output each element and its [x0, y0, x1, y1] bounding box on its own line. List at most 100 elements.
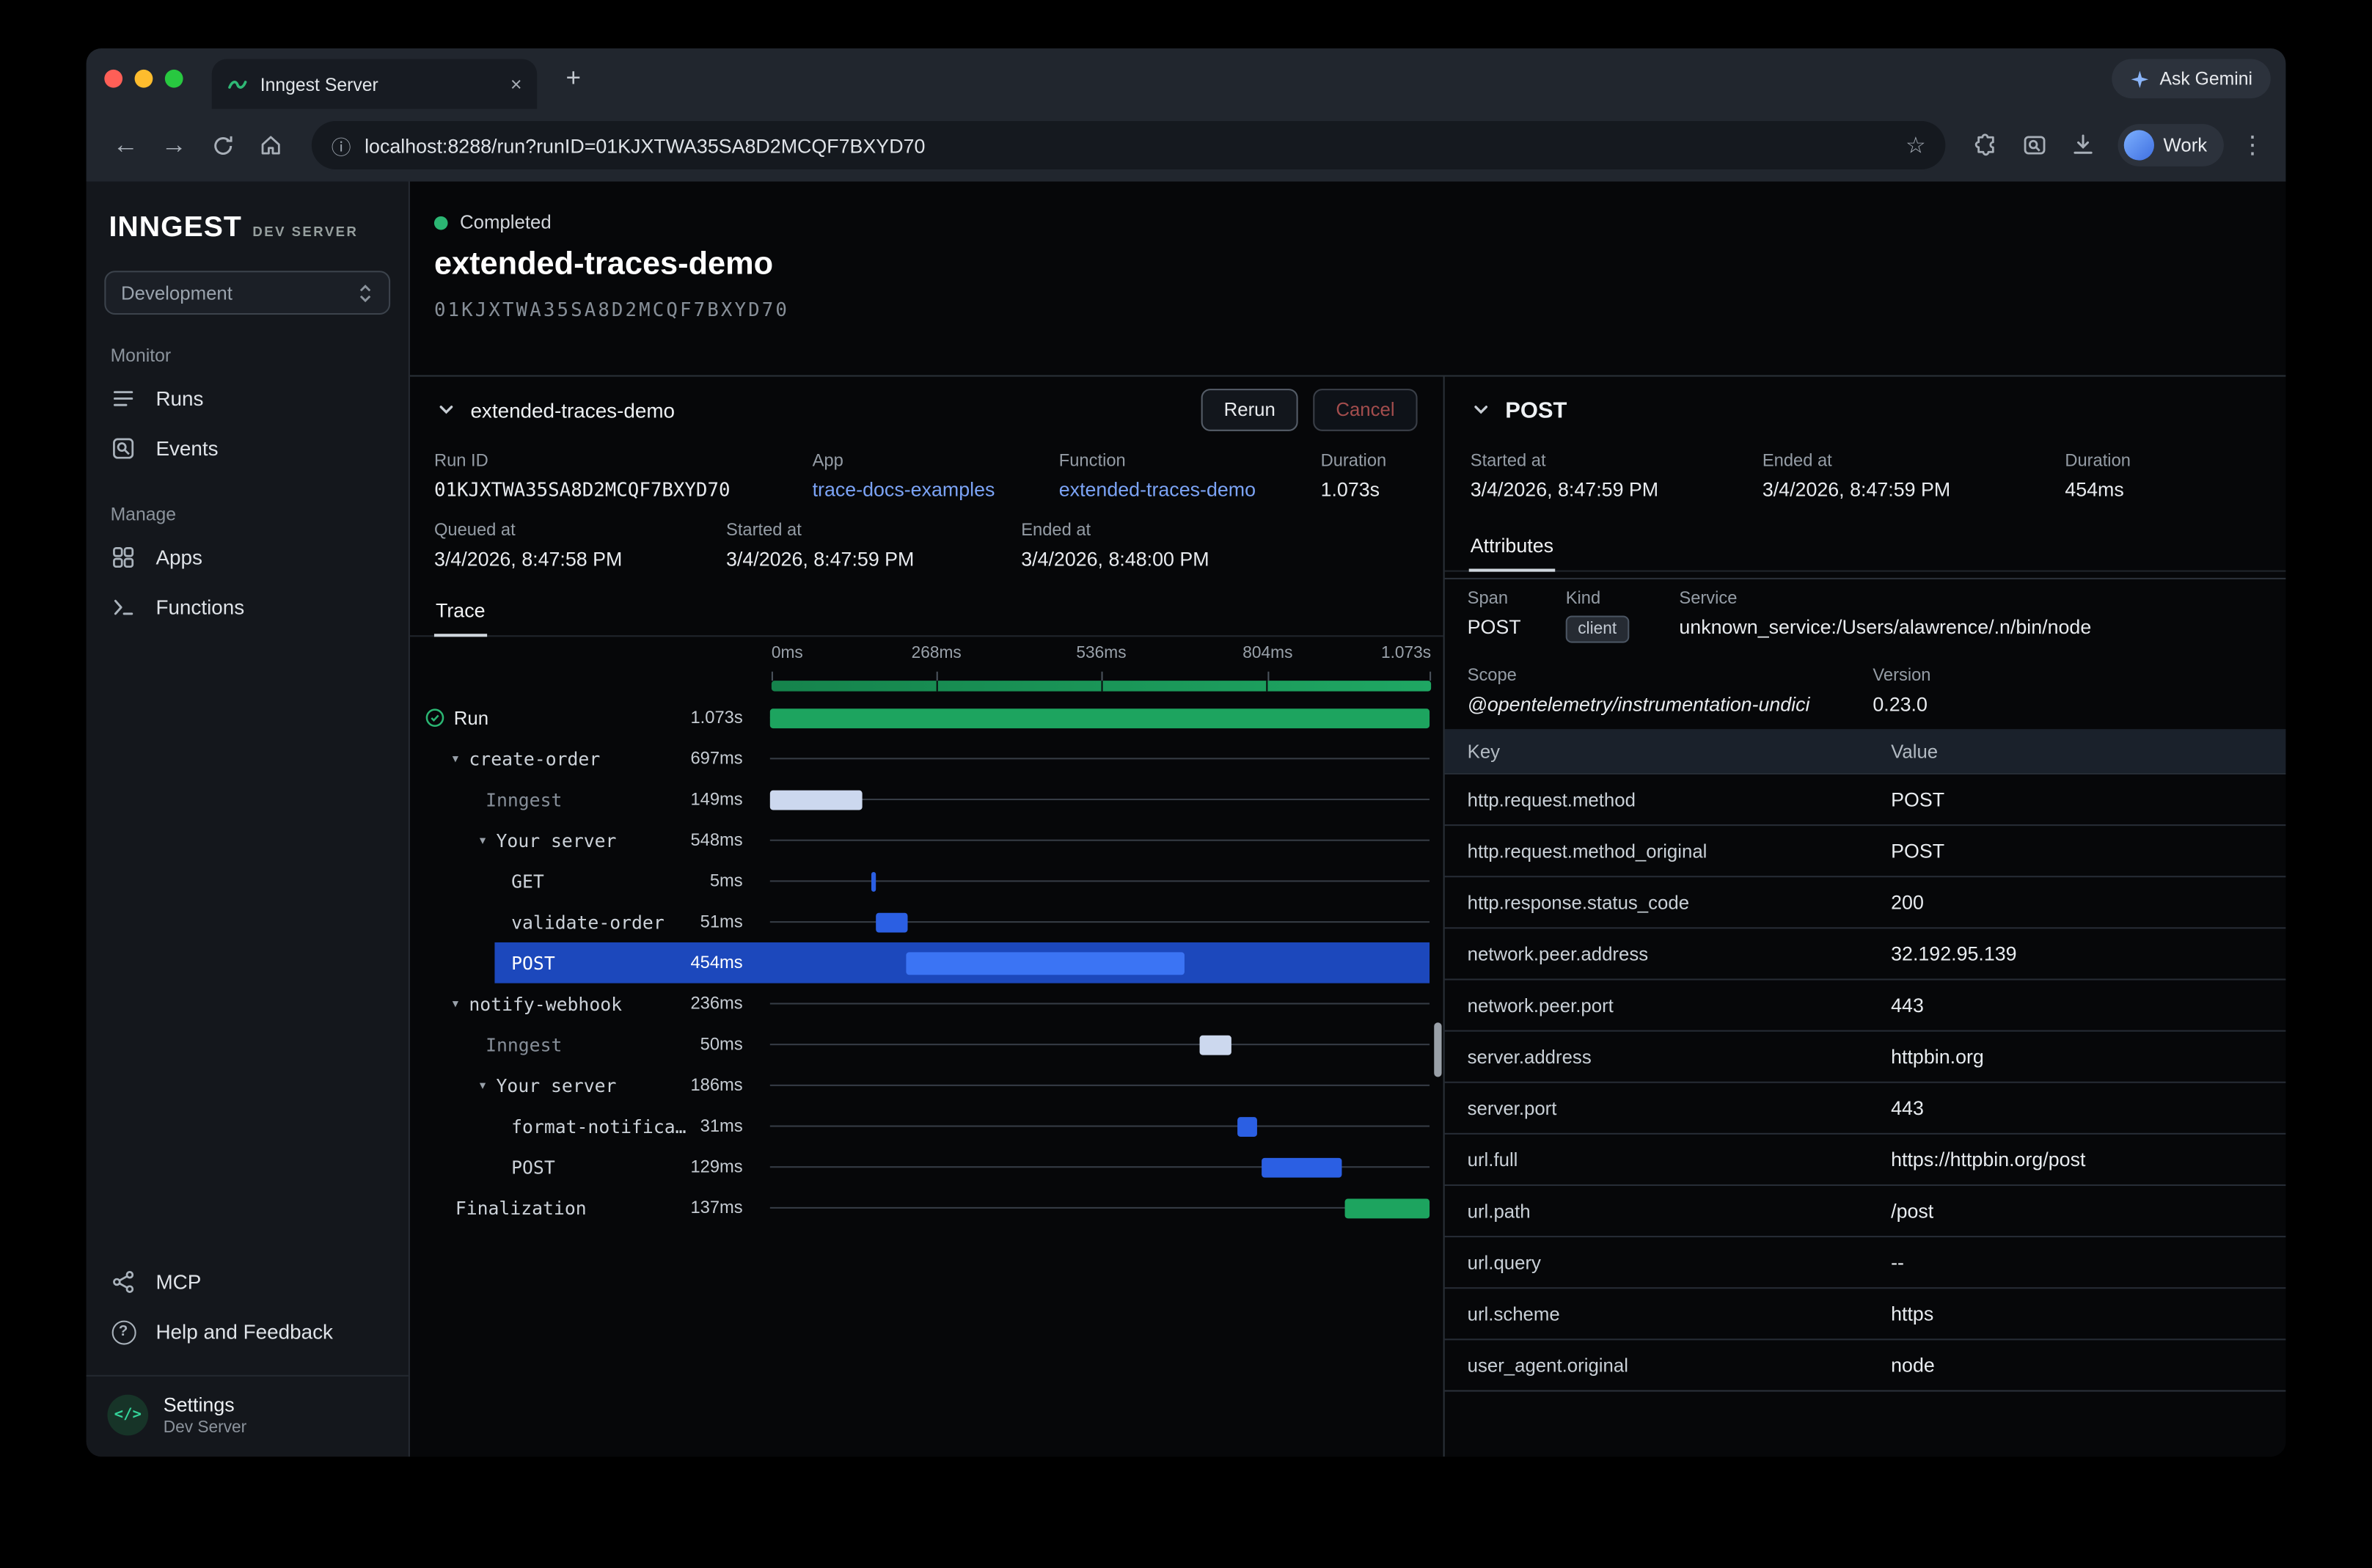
forward-button[interactable]: → — [154, 125, 194, 165]
inngest-favicon — [227, 73, 248, 95]
queued-at-value: 3/4/2026, 8:47:58 PM — [434, 548, 726, 571]
span-bar[interactable] — [1200, 1035, 1231, 1055]
environment-value: Development — [121, 282, 233, 304]
sidebar-item-apps[interactable]: Apps — [104, 532, 390, 582]
attr-key: server.address — [1445, 1046, 1891, 1067]
attr-key: network.peer.address — [1445, 943, 1891, 964]
attr-value: /post — [1891, 1200, 1933, 1223]
trace-row-your-server[interactable]: ▾ Your server 548ms — [410, 820, 1443, 861]
collapse-chevron-icon[interactable] — [437, 401, 455, 420]
settings-block[interactable]: </> Settings Dev Server — [87, 1375, 409, 1457]
ask-gemini-button[interactable]: Ask Gemini — [2112, 59, 2271, 98]
rerun-button[interactable]: Rerun — [1201, 389, 1298, 431]
profile-label: Work — [2164, 135, 2208, 156]
trace-row-your-server[interactable]: ▾ Your server 186ms — [410, 1065, 1443, 1106]
sidebar-item-functions[interactable]: Functions — [104, 582, 390, 632]
span-bar[interactable] — [770, 790, 862, 810]
browser-menu-button[interactable]: ⋮ — [2239, 130, 2266, 160]
attribute-row: url.schemehttps — [1445, 1287, 2286, 1338]
back-button[interactable]: ← — [106, 125, 145, 165]
tab-attributes[interactable]: Attributes — [1469, 525, 1555, 572]
minimize-window-button[interactable] — [135, 70, 153, 88]
trace-row-validate-order[interactable]: validate-order 51ms — [410, 901, 1443, 942]
trace-row-create-order[interactable]: ▾ create-order 697ms — [410, 739, 1443, 780]
trace-panel: extended-traces-demo Rerun Cancel Run ID… — [410, 377, 1445, 1457]
extensions-button[interactable] — [1966, 125, 2006, 165]
trace-row-inngest[interactable]: Inngest 149ms — [410, 779, 1443, 820]
trace-meta-row-1: Run ID 01KJXTWA35SA8D2MCQF7BXYD70 App tr… — [410, 453, 1443, 501]
sidebar-item-mcp[interactable]: MCP — [104, 1257, 390, 1307]
close-tab-icon[interactable]: × — [510, 73, 522, 95]
details-panel-header: POST — [1445, 377, 2286, 444]
attr-value: 32.192.95.139 — [1891, 942, 2016, 965]
span-duration-value: 454ms — [2065, 478, 2131, 501]
sidebar-item-runs[interactable]: Runs — [104, 373, 390, 423]
trace-minimap[interactable] — [772, 681, 1431, 691]
span-bar[interactable] — [876, 912, 908, 932]
meta-label: Kind — [1566, 590, 1680, 608]
scrollbar-thumb[interactable] — [1434, 1022, 1441, 1077]
trace-row-post[interactable]: POST 129ms — [410, 1146, 1443, 1187]
reload-button[interactable] — [202, 125, 242, 165]
sidebar: INNGEST DEV SERVER Development Monitor R… — [87, 182, 410, 1457]
chevron-down-icon[interactable]: ▾ — [453, 997, 458, 1010]
chevron-down-icon[interactable]: ▾ — [480, 834, 486, 846]
attribute-row: url.query-- — [1445, 1236, 2286, 1287]
sidebar-item-events[interactable]: Events — [104, 424, 390, 474]
meta-label: Service — [1679, 590, 2091, 608]
functions-icon — [111, 595, 136, 620]
site-info-icon[interactable]: ⓘ — [332, 131, 351, 159]
environment-select[interactable]: Development — [104, 271, 390, 315]
span-duration: 1.073s — [690, 708, 742, 727]
span-value: POST — [1468, 615, 1566, 638]
reload-icon — [210, 132, 235, 158]
chevron-down-icon[interactable]: ▾ — [480, 1080, 486, 1092]
span-bar[interactable] — [770, 708, 1430, 728]
details-meta-row: Started at 3/4/2026, 8:47:59 PM Ended at… — [1445, 453, 2286, 501]
tab-search-button[interactable] — [2015, 125, 2054, 165]
span-bar[interactable] — [1345, 1198, 1430, 1218]
function-link[interactable]: extended-traces-demo — [1059, 478, 1321, 501]
trace-row-notify-webhook[interactable]: ▾ notify-webhook 236ms — [410, 983, 1443, 1025]
span-bar[interactable] — [1262, 1157, 1341, 1177]
close-window-button[interactable] — [104, 70, 122, 88]
new-tab-button[interactable]: + — [555, 61, 592, 98]
attribute-row: server.port443 — [1445, 1082, 2286, 1133]
bookmark-star-icon[interactable]: ☆ — [1906, 131, 1926, 158]
trace-row-inngest[interactable]: Inngest 50ms — [410, 1024, 1443, 1065]
trace-row-finalization[interactable]: Finalization 137ms — [410, 1187, 1443, 1228]
dev-server-icon: </> — [107, 1395, 148, 1436]
span-bar[interactable] — [871, 871, 875, 891]
trace-row-get[interactable]: GET 5ms — [410, 861, 1443, 902]
attr-value: node — [1891, 1354, 1935, 1377]
span-bar[interactable] — [906, 951, 1185, 974]
ended-at-value: 3/4/2026, 8:48:00 PM — [1021, 548, 1209, 571]
span-bar[interactable] — [1237, 1116, 1256, 1136]
profile-button[interactable]: Work — [2118, 124, 2224, 166]
sidebar-item-help[interactable]: ? Help and Feedback — [104, 1307, 390, 1357]
address-bar[interactable]: ⓘ localhost:8288/run?runID=01KJXTWA35SA8… — [312, 121, 1946, 169]
maximize-window-button[interactable] — [165, 70, 183, 88]
downloads-button[interactable] — [2063, 125, 2103, 165]
collapse-chevron-icon[interactable] — [1472, 401, 1490, 420]
page-title: extended-traces-demo — [434, 246, 2286, 283]
span-track — [770, 942, 1430, 983]
attr-value: https — [1891, 1303, 1933, 1325]
share-nodes-icon — [111, 1269, 136, 1294]
browser-tab[interactable]: Inngest Server × — [212, 59, 537, 109]
trace-row-post-selected[interactable]: POST 454ms — [410, 942, 1443, 983]
cancel-button[interactable]: Cancel — [1313, 389, 1417, 431]
app-link[interactable]: trace-docs-examples — [813, 478, 1059, 501]
attribute-row: http.response.status_code200 — [1445, 876, 2286, 927]
home-button[interactable] — [251, 125, 290, 165]
chevron-down-icon[interactable]: ▾ — [453, 752, 458, 765]
meta-label: Started at — [1471, 453, 1762, 471]
browser-tab-strip: Inngest Server × + Ask Gemini — [87, 48, 2286, 109]
trace-row-run[interactable]: Run 1.073s — [410, 697, 1443, 739]
span-duration: 51ms — [700, 913, 743, 931]
meta-label: Started at — [726, 522, 1021, 541]
tab-trace[interactable]: Trace — [434, 590, 487, 637]
span-name: validate-order — [511, 912, 665, 933]
trace-row-format-notification[interactable]: format-notifica… 31ms — [410, 1106, 1443, 1147]
span-name: Your server — [497, 1074, 617, 1096]
